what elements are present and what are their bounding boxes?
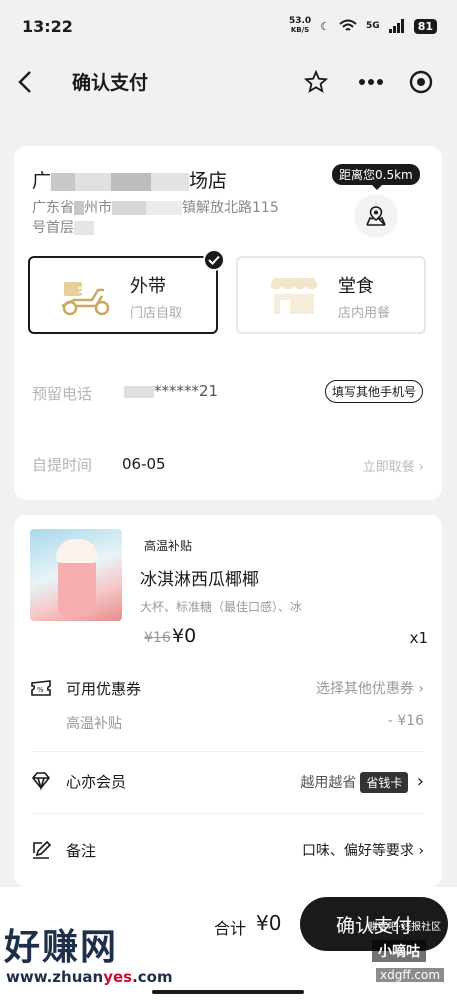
- home-indicator[interactable]: [152, 990, 304, 994]
- total-label: 合计: [214, 919, 247, 938]
- redacted-block: [75, 172, 112, 191]
- storefront-icon: [270, 278, 318, 314]
- redacted-block: [111, 172, 152, 191]
- coupon-label: 可用优惠券: [66, 680, 142, 698]
- choose-coupon-link[interactable]: 选择其他优惠券 ›: [316, 678, 424, 698]
- divider: [32, 813, 424, 814]
- status-icons: 53.0 KB/S ☾ 5G 81: [289, 17, 437, 35]
- distance-badge: 距离您0.5km: [332, 164, 420, 190]
- edit-note-icon: [33, 840, 52, 859]
- back-arrow-icon[interactable]: [14, 68, 38, 96]
- chevron-right-icon: ›: [416, 771, 424, 792]
- dine-in-option[interactable]: 堂食 店内用餐: [236, 256, 426, 334]
- battery-indicator: 81: [413, 18, 437, 34]
- redacted-block: [74, 221, 94, 235]
- nav-header: 确认支付: [0, 52, 457, 112]
- promo-tag: 高温补贴: [144, 539, 193, 553]
- divider: [32, 751, 424, 752]
- page-title: 确认支付: [72, 72, 149, 94]
- watermark-url: www.zhuanyes.com: [6, 968, 173, 986]
- phone-value: ******21: [124, 382, 218, 400]
- star-icon[interactable]: [300, 66, 332, 98]
- redacted-block: [112, 201, 146, 215]
- takeout-sublabel: 门店自取: [130, 306, 183, 321]
- watermark-brand: 小嘀咕: [372, 940, 426, 962]
- pickup-time-value: 06-05: [122, 455, 166, 473]
- diamond-icon: [31, 772, 51, 791]
- member-label: 心亦会员: [66, 773, 127, 791]
- moon-icon: ☾: [320, 19, 331, 33]
- coupon-discount-name: 高温补贴: [66, 716, 122, 732]
- remark-label: 备注: [66, 842, 97, 860]
- signal-5g: 5G: [366, 21, 380, 31]
- product-image: [30, 529, 122, 621]
- redacted-block: [124, 385, 154, 398]
- product-spec: 大杯、标准糖（最佳口感）、冰: [140, 600, 303, 614]
- svg-text:%: %: [37, 686, 44, 694]
- redacted-block: [51, 172, 76, 191]
- redacted-block: [146, 201, 182, 215]
- watermark-site: xdgff.com: [376, 968, 445, 982]
- map-navigate-button[interactable]: [354, 194, 398, 238]
- network-speed: 53.0 KB/S: [288, 16, 312, 35]
- quantity: x1: [409, 629, 428, 647]
- fill-other-phone-button[interactable]: 填写其他手机号: [325, 380, 424, 403]
- takeout-option[interactable]: 外带 门店自取: [28, 249, 225, 334]
- map-pin-icon: [366, 206, 386, 226]
- pickup-now-link[interactable]: 立即取餐 ›: [363, 456, 424, 475]
- savings-card-badge: 省钱卡: [360, 772, 409, 793]
- watermark-logo: 好赚网: [4, 927, 119, 968]
- store-address: 广东省 州市 镇解放北路115 号首层: [32, 200, 279, 236]
- more-menu-icon[interactable]: [355, 66, 387, 98]
- phone-label: 预留电话: [32, 385, 93, 403]
- signal-icon: [388, 19, 404, 33]
- close-miniprogram-icon[interactable]: [405, 66, 437, 98]
- order-item-card: 高温补贴 冰淇淋西瓜椰椰 大杯、标准糖（最佳口感）、冰 ¥16 ¥0 x1 % …: [14, 515, 442, 887]
- pickup-time-label: 自提时间: [32, 456, 93, 474]
- store-name: 广场店: [32, 170, 228, 192]
- redacted-block: [151, 172, 190, 191]
- takeout-label: 外带: [130, 276, 166, 297]
- member-offer[interactable]: 越用越省 省钱卡 ›: [300, 771, 424, 793]
- total-value: ¥0: [256, 911, 282, 935]
- store-card: 广场店 广东省 州市 镇解放北路115 号首层 距离您0.5km 外带 门店自取 堂…: [14, 146, 442, 500]
- coupon-icon: %: [31, 680, 51, 696]
- coupon-discount-value: - ¥16: [387, 713, 424, 729]
- original-price: ¥16: [144, 630, 171, 646]
- delivery-scooter-icon: [61, 282, 110, 316]
- selected-check-icon: [203, 249, 225, 271]
- product-name: 冰淇淋西瓜椰椰: [140, 570, 259, 590]
- watermark-community: 赚客吧·线报社区: [368, 922, 442, 933]
- current-price: ¥0: [172, 625, 197, 647]
- status-bar: 13:22 53.0 KB/S ☾ 5G 81: [0, 0, 457, 52]
- status-time: 13:22: [22, 16, 73, 36]
- dine-in-label: 堂食: [338, 276, 374, 297]
- remark-hint[interactable]: 口味、偏好等要求 ›: [302, 840, 424, 860]
- wifi-icon: [339, 19, 357, 31]
- dine-in-sublabel: 店内用餐: [338, 306, 391, 321]
- redacted-block: [74, 201, 84, 215]
